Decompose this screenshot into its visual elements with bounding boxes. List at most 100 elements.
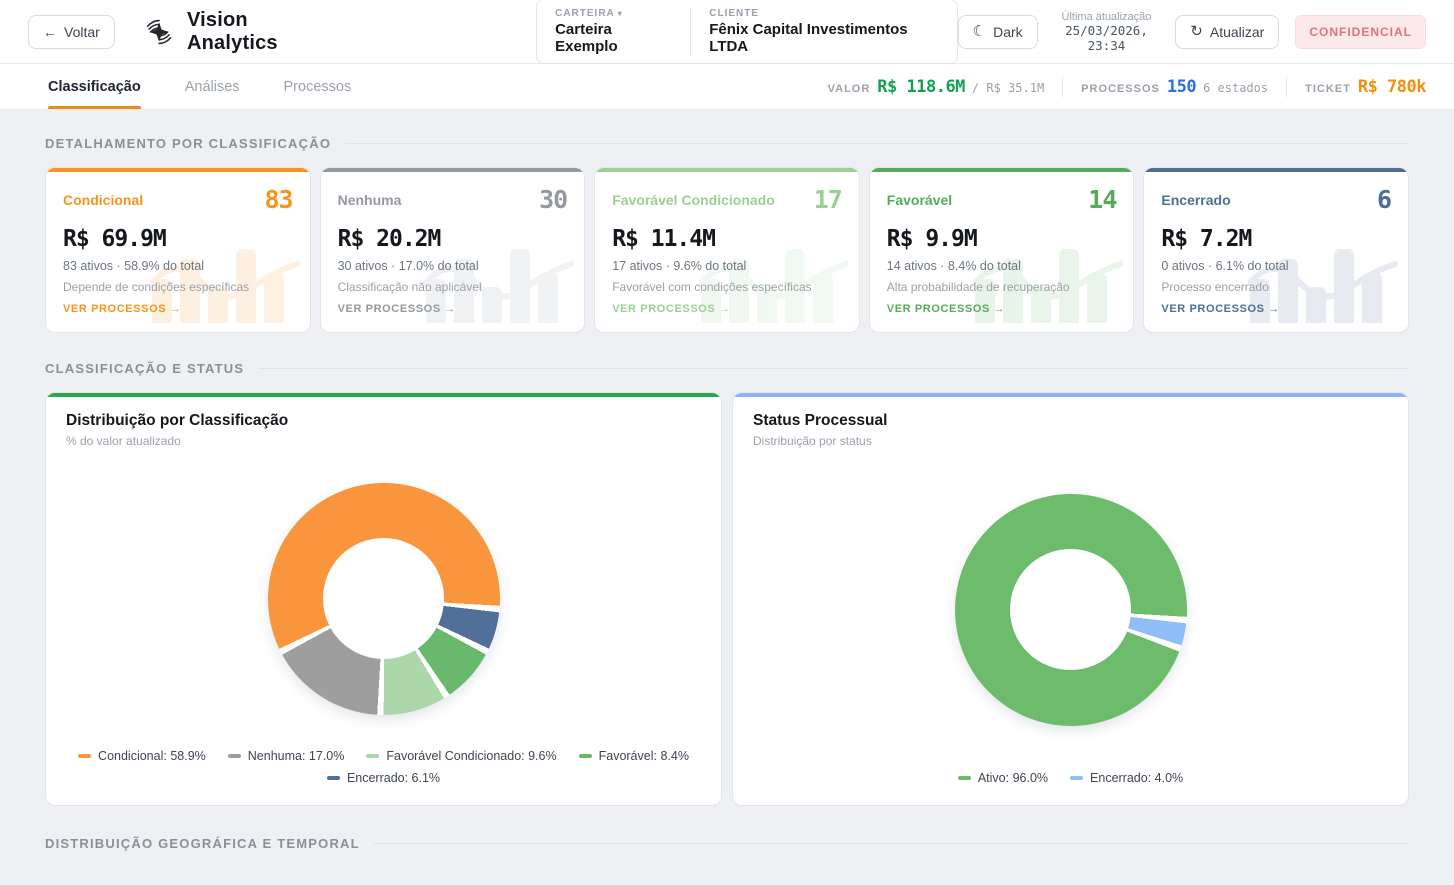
tab-classificacao[interactable]: Classificação: [48, 64, 141, 109]
moon-icon: ☾: [973, 24, 986, 39]
card-value: R$ 20.2M: [338, 226, 568, 252]
cliente-label: CLIENTE: [709, 8, 938, 19]
card-count: 17: [814, 185, 842, 214]
legend-label: Favorável Condicionado: 9.6%: [386, 749, 556, 763]
card-description: Depende de condições específicas: [63, 280, 293, 294]
card-title: Encerrado: [1161, 192, 1230, 208]
card-title: Nenhuma: [338, 192, 402, 208]
logo-star: [149, 22, 168, 41]
section-charts-title: CLASSIFICAÇÃO E STATUS: [45, 361, 244, 376]
section-cards-title: DETALHAMENTO POR CLASSIFICAÇÃO: [45, 136, 331, 151]
tabs: Classificação Análises Processos: [48, 64, 351, 109]
chart-subtitle: % do valor atualizado: [66, 434, 701, 448]
stat-divider: [1062, 77, 1063, 97]
card-description: Favorável com condições específicas: [612, 280, 842, 294]
dark-mode-label: Dark: [993, 24, 1023, 40]
classification-chart-panel: Distribuição por Classificação % do valo…: [45, 392, 722, 806]
chevron-down-icon: ▾: [618, 9, 623, 18]
card-meta: 0 ativos · 6.1% do total: [1161, 259, 1391, 273]
chart-title: Distribuição por Classificação: [66, 412, 701, 430]
card-meta: 30 ativos · 17.0% do total: [338, 259, 568, 273]
stat-valor-secondary: / R$ 35.1M: [972, 81, 1044, 95]
last-update-value: 25/03/2026, 23:34: [1054, 23, 1160, 53]
stat-valor: VALOR R$ 118.6M / R$ 35.1M: [828, 77, 1045, 97]
stat-processos-value: 150: [1167, 77, 1196, 97]
legend-label: Favorável: 8.4%: [599, 749, 689, 763]
stat-divider: [1286, 77, 1287, 97]
section-rule: [258, 368, 1409, 369]
classification-donut-chart[interactable]: [268, 483, 500, 715]
legend-swatch-icon: [78, 754, 91, 758]
legend-item[interactable]: Favorável: 8.4%: [579, 749, 689, 763]
refresh-button[interactable]: ↻ Atualizar: [1175, 15, 1279, 49]
ver-processos-link[interactable]: VER PROCESSOS →: [612, 303, 842, 315]
status-donut-chart[interactable]: [955, 494, 1187, 726]
ver-processos-link[interactable]: VER PROCESSOS →: [63, 303, 293, 315]
ver-processos-link[interactable]: VER PROCESSOS →: [887, 303, 1117, 315]
card-condicional: Condicional 83 R$ 69.9M 83 ativos · 58.9…: [45, 167, 311, 333]
section-cards-header: DETALHAMENTO POR CLASSIFICAÇÃO: [45, 136, 1409, 151]
card-description: Alta probabilidade de recuperação: [887, 280, 1117, 294]
refresh-label: Atualizar: [1210, 24, 1264, 40]
card-favoravel-condicionado: Favorável Condicionado 17 R$ 11.4M 17 at…: [594, 167, 860, 333]
card-value: R$ 11.4M: [612, 226, 842, 252]
card-title: Favorável: [887, 192, 952, 208]
legend-item[interactable]: Encerrado: 6.1%: [327, 771, 440, 785]
card-value: R$ 69.9M: [63, 226, 293, 252]
card-count: 14: [1088, 185, 1116, 214]
stat-processos-secondary: 6 estados: [1203, 81, 1268, 95]
app-title: Vision Analytics: [187, 9, 336, 55]
summary-stats: VALOR R$ 118.6M / R$ 35.1M PROCESSOS 150…: [828, 64, 1426, 109]
legend-item[interactable]: Ativo: 96.0%: [958, 771, 1048, 785]
stat-ticket-value: R$ 780k: [1358, 77, 1426, 97]
ver-processos-link[interactable]: VER PROCESSOS →: [1161, 303, 1391, 315]
card-meta: 83 ativos · 58.9% do total: [63, 259, 293, 273]
stat-valor-value: R$ 118.6M: [877, 77, 965, 97]
card-meta: 17 ativos · 9.6% do total: [612, 259, 842, 273]
card-title: Favorável Condicionado: [612, 192, 775, 208]
legend-swatch-icon: [366, 754, 379, 758]
carteira-select[interactable]: CARTEIRA▾ Carteira Exemplo: [555, 8, 672, 55]
card-value: R$ 9.9M: [887, 226, 1117, 252]
section-rule: [374, 843, 1409, 844]
legend-swatch-icon: [327, 776, 340, 780]
legend-item[interactable]: Nenhuma: 17.0%: [228, 749, 345, 763]
chart-panels: Distribuição por Classificação % do valo…: [45, 392, 1409, 806]
carteira-label: CARTEIRA▾: [555, 8, 672, 19]
back-button[interactable]: ← Voltar: [28, 15, 115, 49]
chart-title: Status Processual: [753, 412, 1388, 430]
app-header: ← Voltar Vision Analytics CARTEIRA▾ Cart…: [0, 0, 1454, 64]
tab-bar: Classificação Análises Processos VALOR R…: [0, 64, 1454, 110]
cliente-value: Fênix Capital Investimentos LTDA: [709, 21, 938, 55]
main-content: DETALHAMENTO POR CLASSIFICAÇÃO Condicion…: [0, 110, 1454, 851]
stat-processos: PROCESSOS 150 6 estados: [1081, 77, 1268, 97]
legend-item[interactable]: Condicional: 58.9%: [78, 749, 206, 763]
stat-processos-label: PROCESSOS: [1081, 83, 1160, 95]
legend-swatch-icon: [1070, 776, 1083, 780]
legend-item[interactable]: Encerrado: 4.0%: [1070, 771, 1183, 785]
header-actions: ☾ Dark Última atualização 25/03/2026, 23…: [958, 11, 1426, 53]
stat-valor-label: VALOR: [828, 83, 871, 95]
vision-analytics-logo-icon: [141, 13, 177, 51]
cliente-info: CLIENTE Fênix Capital Investimentos LTDA: [709, 8, 938, 55]
last-update: Última atualização 25/03/2026, 23:34: [1054, 11, 1160, 53]
back-arrow-icon: ←: [43, 25, 57, 39]
dark-mode-button[interactable]: ☾ Dark: [958, 15, 1038, 49]
chart-subtitle: Distribuição por status: [753, 434, 1388, 448]
status-chart-legend: Ativo: 96.0% Encerrado: 4.0%: [733, 771, 1408, 805]
card-count: 83: [264, 185, 292, 214]
legend-swatch-icon: [958, 776, 971, 780]
classification-cards: Condicional 83 R$ 69.9M 83 ativos · 58.9…: [45, 167, 1409, 333]
section-geo-title: DISTRIBUIÇÃO GEOGRÁFICA E TEMPORAL: [45, 836, 360, 851]
card-value: R$ 7.2M: [1161, 226, 1391, 252]
tab-analises[interactable]: Análises: [185, 64, 240, 109]
card-description: Processo encerrado: [1161, 280, 1391, 294]
legend-item[interactable]: Favorável Condicionado: 9.6%: [366, 749, 556, 763]
tab-processos[interactable]: Processos: [284, 64, 352, 109]
card-nenhuma: Nenhuma 30 R$ 20.2M 30 ativos · 17.0% do…: [320, 167, 586, 333]
ver-processos-link[interactable]: VER PROCESSOS →: [338, 303, 568, 315]
classification-chart-legend: Condicional: 58.9% Nenhuma: 17.0% Favoráve…: [46, 749, 721, 805]
legend-label: Ativo: 96.0%: [978, 771, 1048, 785]
card-meta: 14 ativos · 8.4% do total: [887, 259, 1117, 273]
card-count: 6: [1377, 185, 1391, 214]
